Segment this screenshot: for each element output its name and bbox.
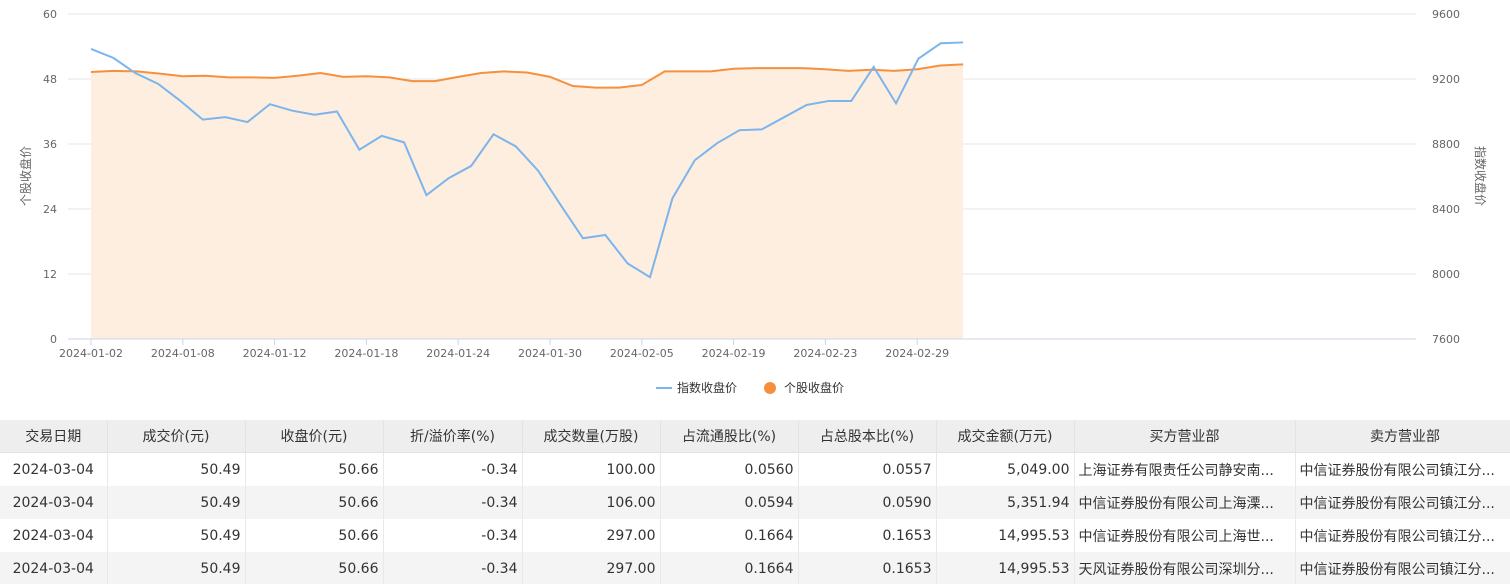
cell-close-price: 50.66 bbox=[245, 519, 384, 552]
x-tick-label: 2024-01-24 bbox=[426, 347, 490, 360]
cell-total-ratio: 0.0590 bbox=[798, 486, 937, 519]
cell-close-price: 50.66 bbox=[245, 552, 384, 584]
x-tick-label: 2024-01-08 bbox=[151, 347, 215, 360]
cell-buyer[interactable]: 上海证券有限责任公司静安南... bbox=[1074, 452, 1296, 486]
cell-trade-date: 2024-03-04 bbox=[0, 519, 108, 552]
header-close-price[interactable]: 收盘价(元) bbox=[245, 420, 384, 453]
x-tick-label: 2024-02-23 bbox=[793, 347, 857, 360]
block-trade-table-wrap: 交易日期 成交价(元) 收盘价(元) 折/溢价率(%) 成交数量(万股) 占流通… bbox=[0, 420, 1510, 584]
x-tick-label: 2024-01-18 bbox=[334, 347, 398, 360]
cell-close-price: 50.66 bbox=[245, 452, 384, 486]
cell-premium-rate: -0.34 bbox=[383, 452, 523, 486]
y-right-tick-label: 8800 bbox=[1432, 138, 1460, 151]
cell-total-ratio: 0.1653 bbox=[798, 519, 937, 552]
x-tick-label: 2024-02-29 bbox=[885, 347, 949, 360]
cell-premium-rate: -0.34 bbox=[383, 519, 523, 552]
cell-trade-price: 50.49 bbox=[107, 552, 246, 584]
y-left-tick-label: 24 bbox=[43, 203, 57, 216]
header-total-ratio[interactable]: 占总股本比(%) bbox=[798, 420, 937, 453]
legend-stock-label[interactable]: 个股收盘价 bbox=[784, 380, 844, 395]
cell-volume: 297.00 bbox=[522, 519, 661, 552]
cell-seller[interactable]: 中信证券股份有限公司镇江分... bbox=[1295, 452, 1510, 486]
y-right-tick-label: 9200 bbox=[1432, 73, 1460, 86]
header-buyer[interactable]: 买方营业部 bbox=[1074, 420, 1296, 453]
cell-float-ratio: 0.1664 bbox=[660, 552, 799, 584]
cell-close-price: 50.66 bbox=[245, 486, 384, 519]
x-tick-label: 2024-01-30 bbox=[518, 347, 582, 360]
cell-float-ratio: 0.0560 bbox=[660, 452, 799, 486]
cell-trade-price: 50.49 bbox=[107, 452, 246, 486]
y-right-tick-label: 8000 bbox=[1432, 268, 1460, 281]
cell-float-ratio: 0.1664 bbox=[660, 519, 799, 552]
table-row: 2024-03-04 50.49 50.66 -0.34 100.00 0.05… bbox=[0, 452, 1510, 486]
x-tick-label: 2024-01-12 bbox=[243, 347, 307, 360]
cell-seller[interactable]: 中信证券股份有限公司镇江分... bbox=[1295, 519, 1510, 552]
cell-premium-rate: -0.34 bbox=[383, 486, 523, 519]
table-header-row: 交易日期 成交价(元) 收盘价(元) 折/溢价率(%) 成交数量(万股) 占流通… bbox=[0, 420, 1510, 453]
header-volume[interactable]: 成交数量(万股) bbox=[522, 420, 661, 453]
header-trade-price[interactable]: 成交价(元) bbox=[107, 420, 246, 453]
cell-float-ratio: 0.0594 bbox=[660, 486, 799, 519]
cell-volume: 106.00 bbox=[522, 486, 661, 519]
cell-buyer[interactable]: 中信证券股份有限公司上海世... bbox=[1074, 519, 1296, 552]
cell-trade-price: 50.49 bbox=[107, 519, 246, 552]
y-right-tick-label: 7600 bbox=[1432, 333, 1460, 346]
x-tick-label: 2024-02-05 bbox=[610, 347, 674, 360]
y-right-tick-label: 8400 bbox=[1432, 203, 1460, 216]
chart-svg: 0 12 24 36 48 60 7600 8000 8400 8800 9200 9600 2024-… bbox=[18, 8, 1488, 395]
cell-trade-price: 50.49 bbox=[107, 486, 246, 519]
cell-volume: 297.00 bbox=[522, 552, 661, 584]
cell-total-ratio: 0.1653 bbox=[798, 552, 937, 584]
cell-trade-date: 2024-03-04 bbox=[0, 486, 108, 519]
table-row: 2024-03-04 50.49 50.66 -0.34 297.00 0.16… bbox=[0, 519, 1510, 552]
cell-amount: 5,049.00 bbox=[936, 452, 1075, 486]
area-layer bbox=[91, 64, 964, 339]
cell-seller[interactable]: 中信证券股份有限公司镇江分... bbox=[1295, 552, 1510, 584]
header-seller[interactable]: 卖方营业部 bbox=[1295, 420, 1510, 453]
block-trade-table: 交易日期 成交价(元) 收盘价(元) 折/溢价率(%) 成交数量(万股) 占流通… bbox=[0, 420, 1510, 584]
y-left-tick-label: 48 bbox=[43, 73, 57, 86]
header-trade-date[interactable]: 交易日期 bbox=[0, 420, 108, 453]
y-right-tick-label: 9600 bbox=[1432, 8, 1460, 21]
cell-amount: 14,995.53 bbox=[936, 552, 1075, 584]
chart-area: 0 12 24 36 48 60 7600 8000 8400 8800 9200 9600 2024-… bbox=[0, 0, 1510, 410]
legend-stock-swatch[interactable] bbox=[764, 382, 776, 394]
legend: 指数收盘价 个股收盘价 bbox=[656, 380, 844, 395]
x-tick-label: 2024-01-02 bbox=[59, 347, 123, 360]
header-premium-rate[interactable]: 折/溢价率(%) bbox=[383, 420, 523, 453]
cell-total-ratio: 0.0557 bbox=[798, 452, 937, 486]
y-left-tick-label: 0 bbox=[50, 333, 57, 346]
cell-volume: 100.00 bbox=[522, 452, 661, 486]
cell-trade-date: 2024-03-04 bbox=[0, 552, 108, 584]
legend-index-label[interactable]: 指数收盘价 bbox=[677, 380, 737, 395]
y-axis-right-label: 指数收盘价 bbox=[1473, 146, 1488, 206]
cell-buyer[interactable]: 中信证券股份有限公司上海溧... bbox=[1074, 486, 1296, 519]
y-left-tick-label: 60 bbox=[43, 8, 57, 21]
cell-amount: 5,351.94 bbox=[936, 486, 1075, 519]
y-left-tick-label: 36 bbox=[43, 138, 57, 151]
cell-trade-date: 2024-03-04 bbox=[0, 452, 108, 486]
cell-amount: 14,995.53 bbox=[936, 519, 1075, 552]
x-tick-label: 2024-02-19 bbox=[702, 347, 766, 360]
table-row: 2024-03-04 50.49 50.66 -0.34 106.00 0.05… bbox=[0, 486, 1510, 519]
stock-close-area bbox=[91, 64, 964, 339]
header-float-ratio[interactable]: 占流通股比(%) bbox=[660, 420, 799, 453]
y-axis-left-label: 个股收盘价 bbox=[18, 146, 33, 206]
cell-buyer[interactable]: 天风证券股份有限公司深圳分... bbox=[1074, 552, 1296, 584]
header-amount[interactable]: 成交金额(万元) bbox=[936, 420, 1075, 453]
y-left-tick-label: 12 bbox=[43, 268, 57, 281]
cell-seller[interactable]: 中信证券股份有限公司镇江分... bbox=[1295, 486, 1510, 519]
table-row: 2024-03-04 50.49 50.66 -0.34 297.00 0.16… bbox=[0, 552, 1510, 584]
cell-premium-rate: -0.34 bbox=[383, 552, 523, 584]
